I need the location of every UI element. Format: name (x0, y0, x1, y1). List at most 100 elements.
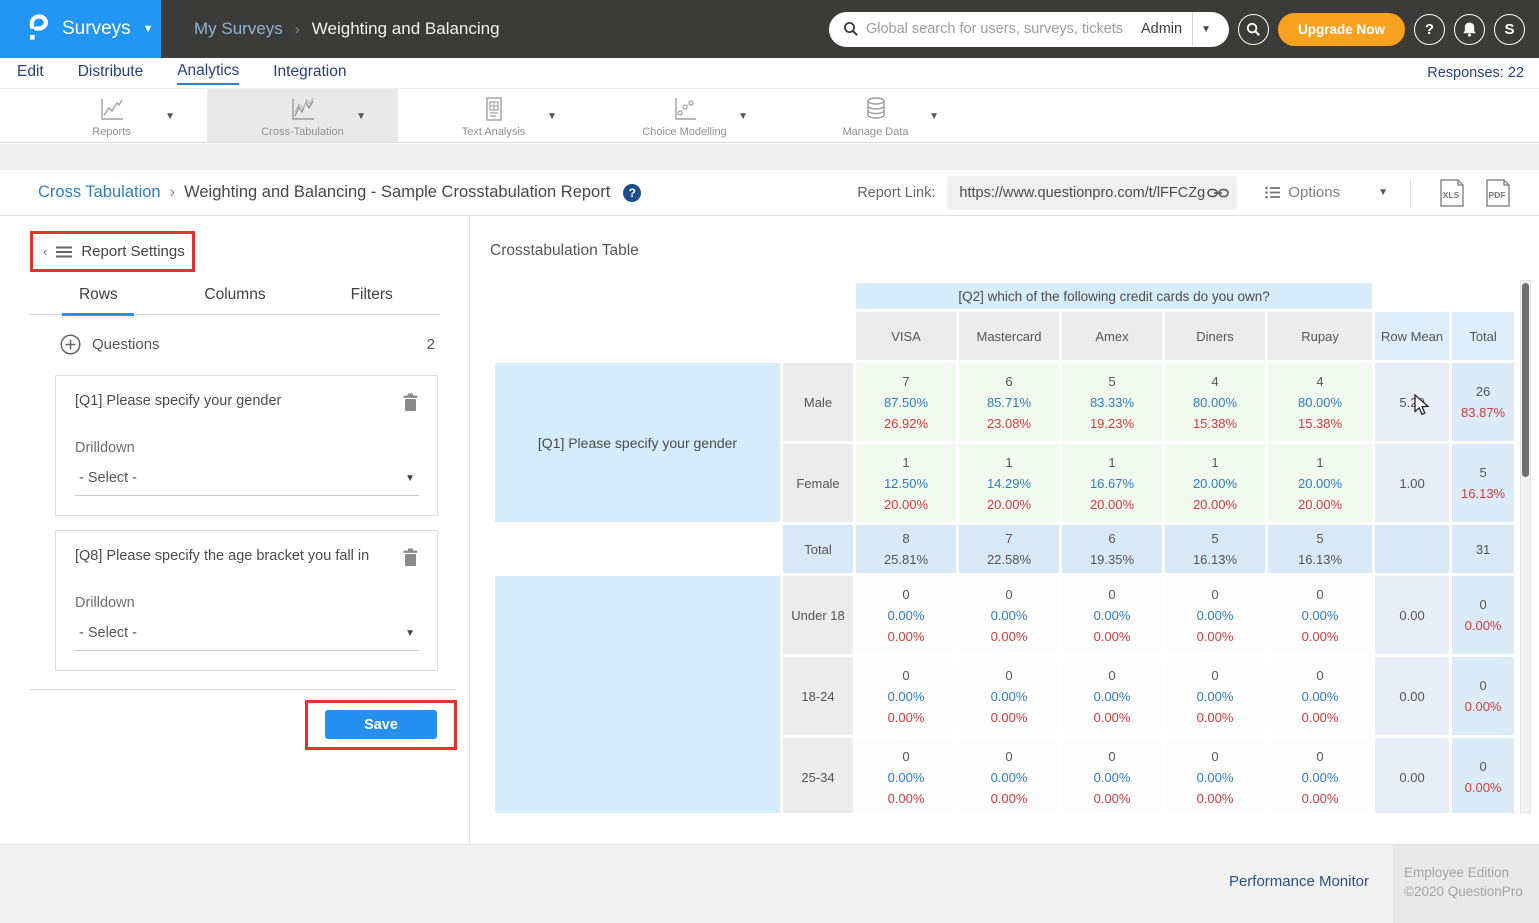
responses-count: Responses: 22 (1427, 65, 1539, 81)
crosstab-column-header: Mastercard (959, 312, 1059, 360)
crosstab-table: [Q2] which of the following credit cards… (492, 280, 1517, 813)
crosstab-cell: 00.00%0.00% (959, 576, 1059, 654)
crosstab-total-cell: 00.00% (1452, 657, 1514, 735)
export-xls-button[interactable]: XLS (1437, 179, 1467, 207)
options-list-icon (1265, 186, 1280, 199)
question-title: [Q8] Please specify the age bracket you … (75, 548, 402, 564)
crosstab-banner: [Q2] which of the following credit cards… (856, 283, 1372, 309)
toolbar-label: Text Analysis (462, 126, 526, 138)
chevron-down-icon[interactable]: ▼ (1378, 187, 1388, 198)
select-value: - Select - (79, 470, 405, 486)
toolbar-text-analysis[interactable]: ▼ Text Analysis (398, 89, 589, 142)
options-button[interactable]: Options (1265, 184, 1340, 201)
survey-nav: Edit Distribute Analytics Integration Re… (0, 58, 1539, 88)
tab-columns[interactable]: Columns (167, 282, 304, 314)
toolbar-choice-modelling[interactable]: ▼ Choice Modelling (589, 89, 780, 142)
tab-rows[interactable]: Rows (30, 282, 167, 314)
surveys-menu-button[interactable]: Surveys ▼ (0, 0, 161, 58)
crosstab-cell: 00.00%0.00% (1165, 738, 1265, 813)
upgrade-now-button[interactable]: Upgrade Now (1278, 13, 1405, 46)
page-footer: Performance Monitor Employee Edition ©20… (0, 845, 1539, 923)
report-link-field[interactable]: https://www.questionpro.com/t/lFFCZg (947, 176, 1237, 210)
crosstab-cell: 00.00%0.00% (1268, 738, 1372, 813)
chevron-down-icon[interactable]: ▼ (547, 111, 557, 122)
nav-analytics[interactable]: Analytics (177, 62, 239, 85)
toolbar-label: Reports (92, 126, 131, 138)
user-avatar[interactable]: S (1494, 14, 1525, 45)
crosstab-column-header: Rupay (1268, 312, 1372, 360)
tab-filters[interactable]: Filters (303, 282, 440, 314)
crosstab-row-header: Under 18 (783, 576, 853, 654)
line-chart-icon (99, 96, 125, 122)
crosstab-cell: 00.00%0.00% (959, 738, 1059, 813)
crosstab-total-cell: 2683.87% (1452, 363, 1514, 441)
chevron-down-icon[interactable]: ▼ (165, 111, 175, 122)
cross-tabulation-link[interactable]: Cross Tabulation (38, 183, 161, 202)
breadcrumb-separator-icon: › (170, 183, 176, 202)
chevron-down-icon: ▼ (405, 473, 415, 484)
question-title: [Q1] Please specify your gender (75, 393, 402, 409)
report-content: ‹ Report Settings Rows Columns Filters (0, 216, 1539, 845)
chevron-down-icon[interactable]: ▼ (929, 111, 939, 122)
search-input[interactable] (866, 21, 1131, 37)
crosstab-cell: 00.00%0.00% (1268, 657, 1372, 735)
chevron-down-icon[interactable]: ▼ (356, 111, 366, 122)
nav-edit[interactable]: Edit (17, 63, 44, 84)
drilldown-label: Drilldown (75, 440, 419, 456)
chevron-down-icon[interactable]: ▼ (738, 111, 748, 122)
notifications-button[interactable] (1454, 14, 1485, 45)
toolbar-reports[interactable]: ▼ Reports (16, 89, 207, 142)
search-scope-selector[interactable]: Admin (1131, 21, 1192, 37)
report-actions: Report Link: https://www.questionpro.com… (857, 176, 1539, 210)
scrollbar-thumb[interactable] (1522, 283, 1529, 477)
report-breadcrumb: Cross Tabulation › Weighting and Balanci… (38, 183, 641, 202)
trash-icon[interactable] (402, 393, 419, 412)
crosstab-cell: 619.35% (1062, 525, 1162, 573)
report-link-label: Report Link: (857, 185, 935, 201)
crosstab-cell (1452, 283, 1514, 309)
performance-monitor-link[interactable]: Performance Monitor (1229, 873, 1369, 890)
toolbar-manage-data[interactable]: ▼ Manage Data (780, 89, 971, 142)
crosstab-cell: 112.50%20.00% (856, 444, 956, 522)
crosstab-cell: 00.00%0.00% (856, 576, 956, 654)
crosstab-cell: 480.00%15.38% (1268, 363, 1372, 441)
report-header: Cross Tabulation › Weighting and Balanci… (0, 170, 1539, 216)
crosstab-total-header: Total (1452, 312, 1514, 360)
nav-distribute[interactable]: Distribute (78, 63, 143, 84)
xls-file-icon: XLS (1437, 179, 1467, 207)
vertical-scrollbar[interactable] (1520, 280, 1531, 813)
edition-box: Employee Edition ©2020 QuestionPro (1393, 845, 1539, 923)
help-button[interactable]: ? (1414, 14, 1445, 45)
toolbar-cross-tabulation[interactable]: ▼ Cross-Tabulation (207, 89, 398, 142)
save-button[interactable]: Save (325, 710, 437, 739)
report-settings-button[interactable]: ‹ Report Settings (33, 234, 192, 269)
crosstab-rowmean-header: Row Mean (1375, 312, 1449, 360)
toolbar-label: Choice Modelling (642, 126, 726, 138)
divider (1410, 178, 1411, 208)
crosstab-rowmean-cell: 1.00 (1375, 444, 1449, 522)
report-title: Weighting and Balancing - Sample Crossta… (184, 183, 610, 202)
crosstab-rowmean-cell: 0.00 (1375, 657, 1449, 735)
breadcrumb-current: Weighting and Balancing (312, 19, 500, 39)
drilldown-select-q8[interactable]: - Select - ▼ (75, 625, 419, 651)
text-analysis-icon (481, 96, 507, 122)
database-icon (863, 96, 889, 122)
crosstab-rowmean-cell: 0.00 (1375, 576, 1449, 654)
questions-count: 2 (427, 336, 435, 353)
report-url[interactable]: https://www.questionpro.com/t/lFFCZg (959, 185, 1207, 201)
breadcrumb-my-surveys[interactable]: My Surveys (194, 19, 283, 39)
help-circle-icon[interactable]: ? (623, 184, 641, 202)
crosstab-column-header: Amex (1062, 312, 1162, 360)
scope-chevron-down-icon[interactable]: ▼ (1193, 24, 1219, 35)
options-label: Options (1288, 184, 1340, 201)
trash-icon[interactable] (402, 548, 419, 567)
crosstab-cell: 00.00%0.00% (1062, 738, 1162, 813)
add-question-icon[interactable] (60, 334, 81, 355)
crosstab-heading: Crosstabulation Table (490, 242, 639, 260)
search-submit-button[interactable] (1238, 14, 1269, 45)
export-pdf-button[interactable]: PDF (1483, 179, 1513, 207)
drilldown-select-q1[interactable]: - Select - ▼ (75, 470, 419, 496)
crosstab-cell: 480.00%15.38% (1165, 363, 1265, 441)
spacer-band (0, 144, 1539, 170)
nav-integration[interactable]: Integration (273, 63, 346, 84)
